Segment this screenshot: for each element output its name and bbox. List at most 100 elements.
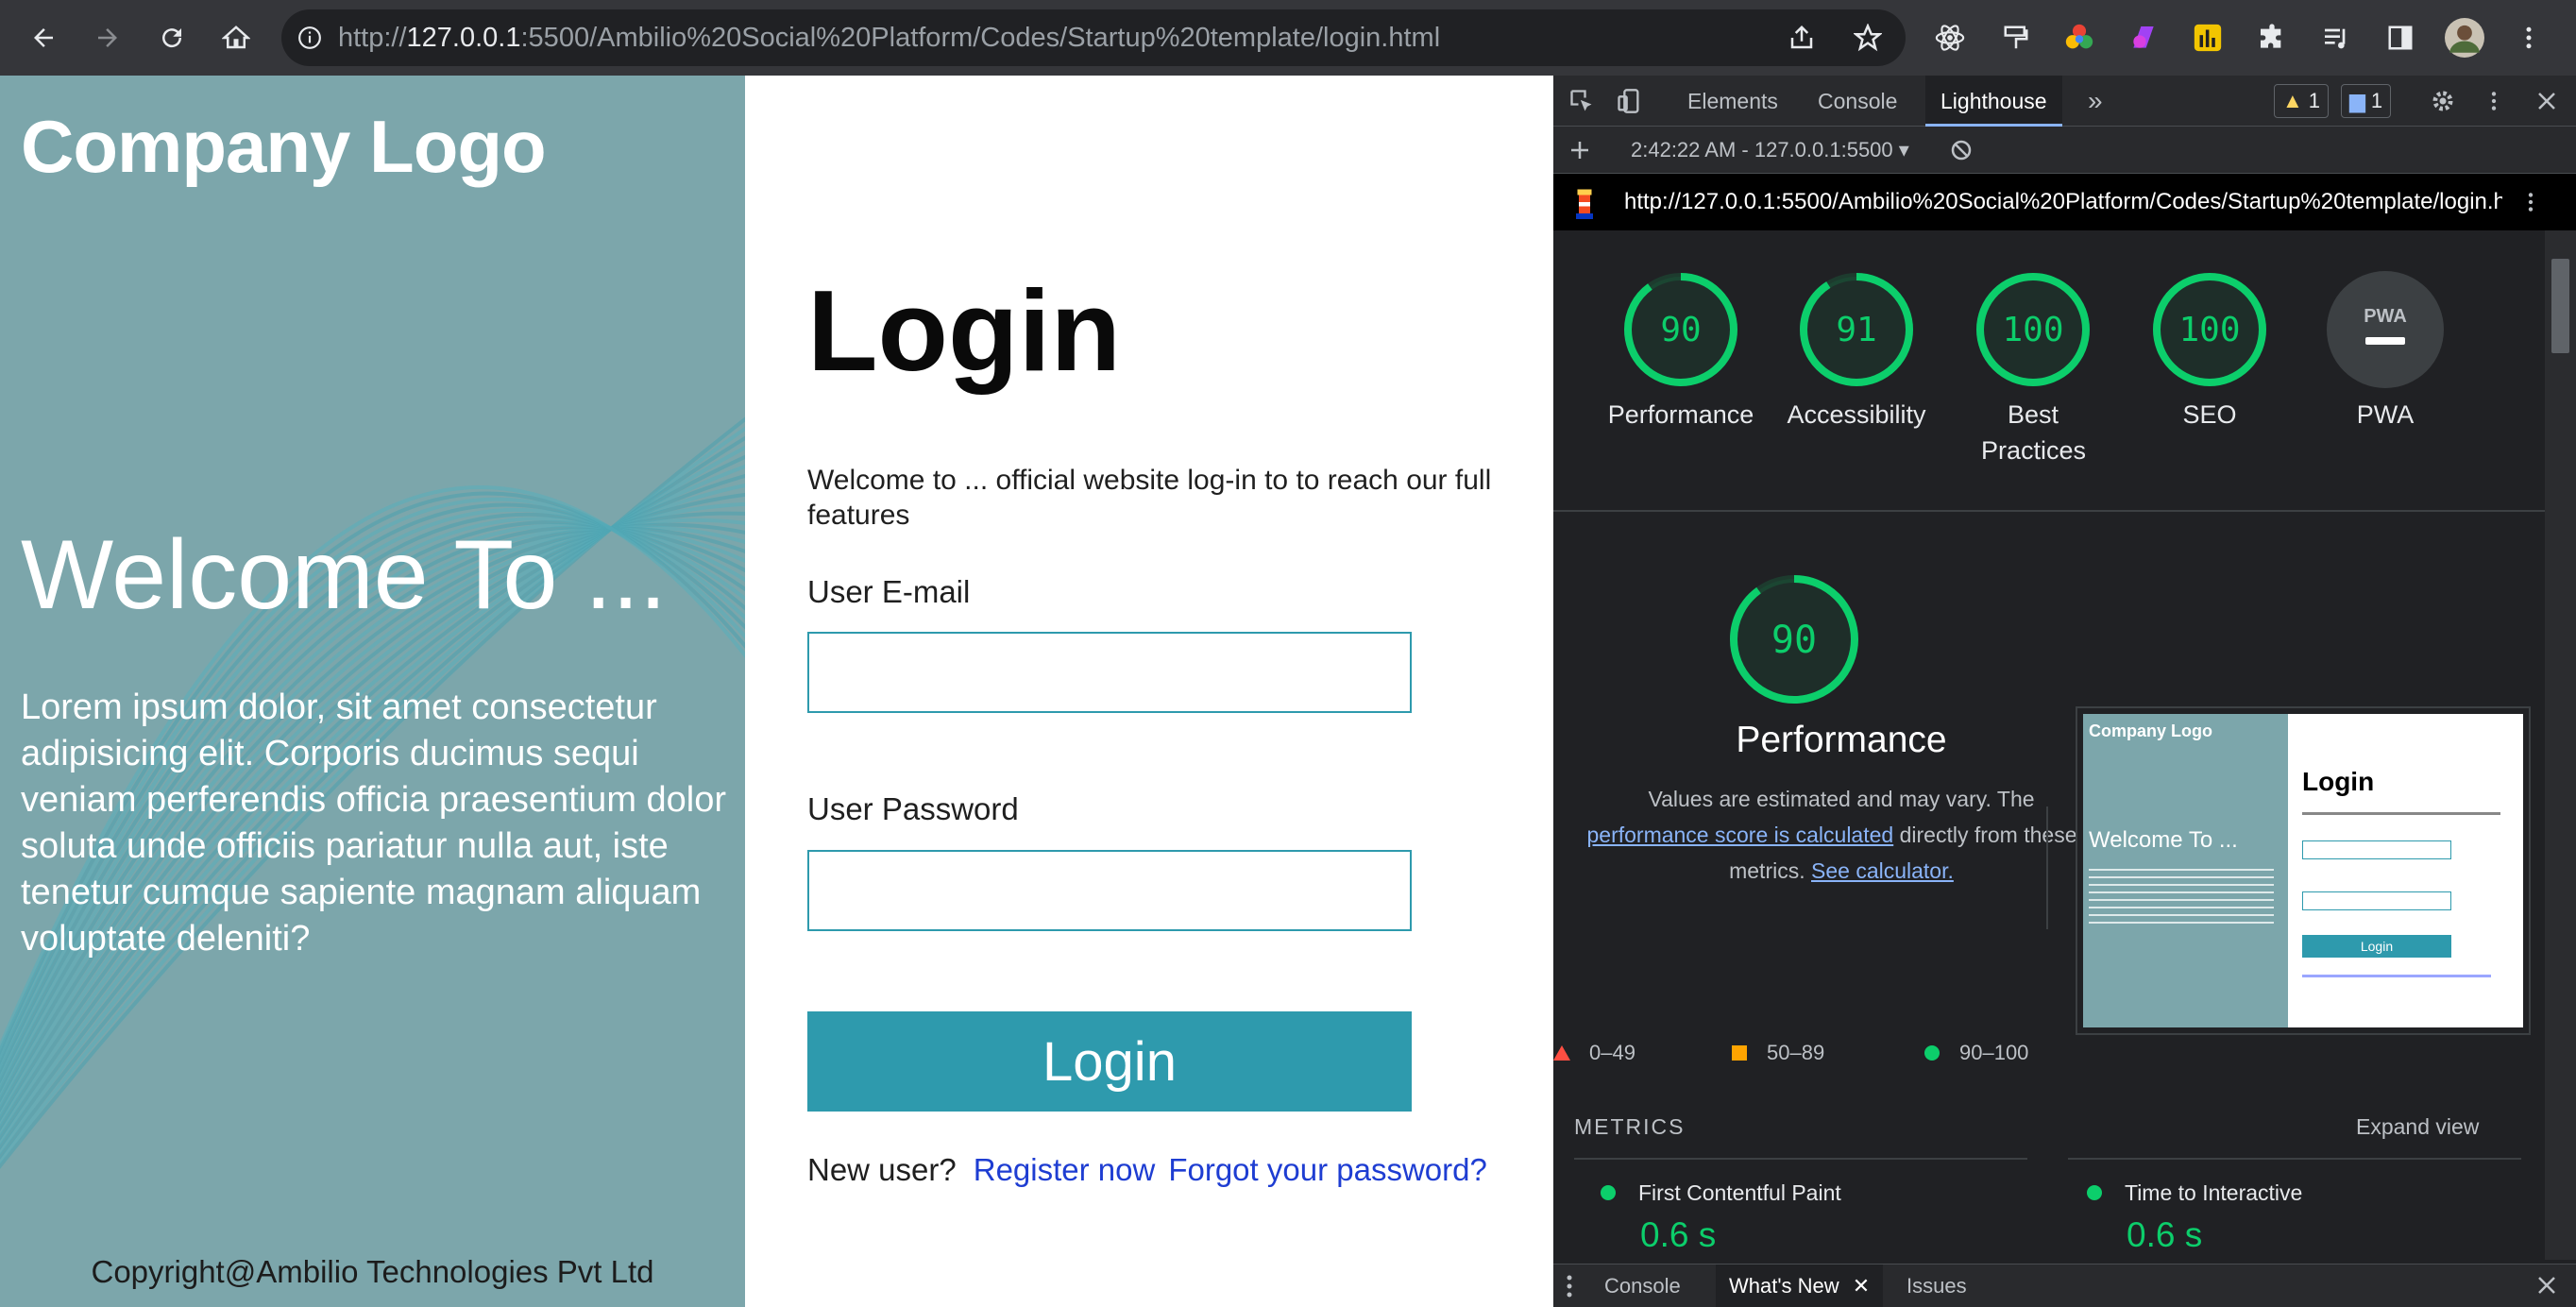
performance-section: 90 Performance Values are estimated and … bbox=[1553, 512, 2545, 1078]
see-calculator-link[interactable]: See calculator. bbox=[1811, 858, 1954, 883]
thumbnail-welcome: Welcome To ... bbox=[2089, 827, 2238, 853]
lighthouse-logo-icon bbox=[1570, 185, 1599, 224]
forward-icon[interactable] bbox=[76, 0, 140, 76]
device-toolbar-icon[interactable] bbox=[1608, 76, 1650, 127]
new-report-plus-icon[interactable] bbox=[1559, 127, 1601, 174]
score-gauge-best-practices[interactable]: 100 Best Practices bbox=[1953, 268, 2113, 468]
close-drawer-icon[interactable] bbox=[2535, 1274, 2558, 1301]
perf-desc-line1: Values are estimated and may vary. The bbox=[1648, 787, 2035, 811]
forgot-password-link[interactable]: Forgot your password? bbox=[1168, 1152, 1487, 1187]
react-devtools-icon[interactable] bbox=[1922, 9, 1978, 66]
side-panel-icon[interactable] bbox=[2372, 9, 2429, 66]
perf-desc-line3: metrics. bbox=[1729, 858, 1805, 883]
devtools-drawer-tabs: Console What's New ✕ Issues bbox=[1553, 1264, 2576, 1307]
settings-gear-icon[interactable] bbox=[2422, 76, 2464, 127]
average-square-icon bbox=[1732, 1045, 1747, 1061]
lighthouse-toolbar: 2:42:22 AM - 127.0.0.1:5500 ▾ bbox=[1553, 127, 2576, 174]
legend-fail-label: 0–49 bbox=[1589, 1041, 1635, 1064]
drawer-tab-console[interactable]: Console bbox=[1591, 1265, 1694, 1307]
score-calculation-link[interactable]: performance score is calculated bbox=[1586, 823, 1893, 847]
account-links: New user? Register now Forgot your passwor… bbox=[807, 1152, 1487, 1188]
messages-count: 1 bbox=[2370, 89, 2383, 112]
tab-lighthouse[interactable]: Lighthouse bbox=[1925, 76, 2062, 127]
drawer-tab-whats-new[interactable]: What's New ✕ bbox=[1716, 1265, 1884, 1307]
scrollbar-thumb[interactable] bbox=[2551, 259, 2569, 353]
vertical-divider bbox=[2046, 806, 2048, 929]
score-ring: 100 bbox=[2153, 273, 2266, 386]
url-text[interactable]: http://127.0.0.1:5500/Ambilio%20Social%2… bbox=[338, 23, 1440, 54]
close-devtools-icon[interactable] bbox=[2526, 76, 2568, 127]
color-picker-extension-icon[interactable] bbox=[2051, 9, 2108, 66]
score-ring: 90 bbox=[1624, 273, 1737, 386]
report-menu-icon[interactable] bbox=[2518, 187, 2543, 222]
url-scheme: http:// bbox=[338, 22, 407, 53]
share-icon[interactable] bbox=[1773, 9, 1830, 66]
email-field[interactable] bbox=[807, 632, 1412, 713]
report-selector-label: 2:42:22 AM - 127.0.0.1:5500 bbox=[1631, 138, 1893, 161]
purple-extension-icon[interactable] bbox=[2115, 9, 2172, 66]
tab-elements[interactable]: Elements bbox=[1672, 76, 1793, 127]
password-field[interactable] bbox=[807, 850, 1412, 931]
devtools-panel: Elements Console Lighthouse » ▲ 1 ▆ 1 2:42… bbox=[1553, 76, 2576, 1307]
login-button[interactable]: Login bbox=[807, 1011, 1412, 1112]
warnings-badge[interactable]: ▲ 1 bbox=[2274, 84, 2330, 118]
clear-reports-icon[interactable] bbox=[1940, 127, 1982, 174]
reading-list-icon[interactable] bbox=[2308, 9, 2364, 66]
register-link[interactable]: Register now bbox=[974, 1152, 1156, 1187]
drawer-tab-whats-new-label: What's New bbox=[1729, 1274, 1839, 1298]
tab-console[interactable]: Console bbox=[1803, 76, 1912, 127]
drawer-menu-icon[interactable] bbox=[1565, 1272, 1574, 1305]
metric-name: First Contentful Paint bbox=[1638, 1180, 1841, 1205]
performance-score-gauge: 90 bbox=[1730, 575, 1858, 704]
pwa-badge-icon: PWA bbox=[2327, 271, 2444, 388]
more-tabs-button[interactable]: » bbox=[2073, 76, 2118, 127]
metric-first-contentful-paint: First Contentful Paint 0.6 s bbox=[1601, 1180, 1841, 1255]
profile-avatar[interactable] bbox=[2436, 9, 2493, 66]
reload-icon[interactable] bbox=[140, 0, 204, 76]
devtools-menu-icon[interactable] bbox=[2473, 76, 2515, 127]
metric-value: 0.6 s bbox=[1640, 1215, 1717, 1254]
fail-triangle-icon bbox=[1553, 1045, 1570, 1061]
metric-name: Time to Interactive bbox=[2125, 1180, 2303, 1205]
lighthouse-extension-icon[interactable] bbox=[2179, 9, 2236, 66]
score-label: Best Practices bbox=[1981, 400, 2087, 465]
inspect-element-icon[interactable] bbox=[1561, 76, 1602, 127]
page-screenshot-thumbnail[interactable]: Company Logo Welcome To ... Login Login bbox=[2076, 706, 2531, 1035]
report-url-bar: http://127.0.0.1:5500/Ambilio%20Social%2… bbox=[1553, 174, 2576, 230]
bookmark-star-icon[interactable] bbox=[1839, 9, 1896, 66]
hero-description: Lorem ipsum dolor, sit amet consectetur … bbox=[21, 687, 727, 959]
paint-roller-icon[interactable] bbox=[1988, 9, 2044, 66]
score-gauge-performance[interactable]: 90 Performance bbox=[1601, 268, 1761, 433]
extensions-puzzle-icon[interactable] bbox=[2244, 9, 2300, 66]
score-gauge-accessibility[interactable]: 91 Accessibility bbox=[1776, 268, 1937, 433]
company-logo[interactable]: Company Logo bbox=[21, 104, 547, 190]
expand-view-toggle[interactable]: Expand view bbox=[2356, 1114, 2479, 1140]
home-icon[interactable] bbox=[204, 0, 268, 76]
back-icon[interactable] bbox=[11, 0, 76, 76]
login-title: Login bbox=[807, 266, 1121, 395]
score-gauges: 90 Performance 91 Accessibility 100 Best Prac… bbox=[1553, 230, 2545, 514]
perf-desc-line2: directly from these bbox=[1893, 823, 2077, 847]
email-label: User E-mail bbox=[807, 574, 971, 609]
login-panel: Login Welcome to ... official website lo… bbox=[745, 76, 1553, 1307]
browser-menu-icon[interactable] bbox=[2500, 9, 2557, 66]
pass-circle-icon bbox=[1924, 1045, 1940, 1061]
welcome-heading: Welcome To ... bbox=[21, 520, 667, 630]
report-scrollbar[interactable] bbox=[2545, 230, 2576, 1260]
drawer-tab-issues[interactable]: Issues bbox=[1893, 1265, 1980, 1307]
pass-dot-icon bbox=[1601, 1185, 1616, 1200]
site-info-icon[interactable] bbox=[281, 25, 338, 50]
score-gauge-pwa[interactable]: PWA PWA bbox=[2305, 268, 2466, 433]
score-gauge-seo[interactable]: 100 SEO bbox=[2129, 268, 2290, 433]
thumbnail-text-lines bbox=[2302, 812, 2500, 815]
close-tab-icon[interactable]: ✕ bbox=[1853, 1274, 1870, 1298]
score-ring: 100 bbox=[1976, 273, 2090, 386]
score-value: 100 bbox=[2002, 311, 2063, 349]
legend-pass: 90–100 bbox=[1924, 1041, 2028, 1065]
messages-badge[interactable]: ▆ 1 bbox=[2341, 84, 2392, 118]
legend-average-label: 50–89 bbox=[1767, 1041, 1825, 1064]
report-url[interactable]: http://127.0.0.1:5500/Ambilio%20Social%2… bbox=[1624, 189, 2502, 215]
legend-average: 50–89 bbox=[1731, 1041, 1824, 1065]
report-selector[interactable]: 2:42:22 AM - 127.0.0.1:5500 ▾ bbox=[1631, 127, 1909, 174]
address-bar[interactable]: http://127.0.0.1:5500/Ambilio%20Social%2… bbox=[281, 9, 1906, 66]
